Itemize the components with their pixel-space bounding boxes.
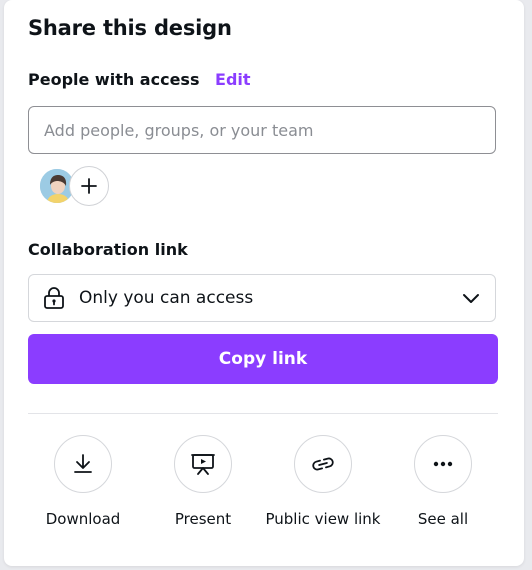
- add-person-button[interactable]: [69, 166, 109, 206]
- add-people-input[interactable]: [28, 106, 496, 154]
- see-all-action[interactable]: See all: [383, 435, 503, 529]
- share-dialog: Share this design People with access Edi…: [4, 0, 524, 566]
- copy-link-button[interactable]: Copy link: [28, 334, 498, 384]
- more-icon: [433, 461, 453, 467]
- chevron-down-icon: [461, 288, 481, 308]
- link-access-dropdown[interactable]: Only you can access: [28, 274, 496, 322]
- present-action[interactable]: Present: [143, 435, 263, 529]
- present-icon: [191, 454, 215, 475]
- dialog-title: Share this design: [28, 16, 232, 40]
- link-icon: [312, 457, 334, 471]
- people-access-row: People with access Edit: [28, 70, 251, 89]
- present-label: Present: [174, 510, 232, 528]
- download-label: Download: [45, 510, 121, 528]
- link-access-value: Only you can access: [79, 288, 254, 308]
- edit-access-link[interactable]: Edit: [215, 70, 251, 89]
- download-icon: [74, 454, 92, 473]
- plus-icon: [81, 178, 97, 194]
- see-all-label: See all: [417, 510, 469, 528]
- present-button[interactable]: [174, 435, 232, 493]
- download-button[interactable]: [54, 435, 112, 493]
- download-action[interactable]: Download: [23, 435, 143, 529]
- divider: [28, 413, 498, 414]
- lock-icon: [43, 286, 65, 310]
- public-view-link-label: Public view link: [265, 510, 381, 528]
- collaboration-link-label: Collaboration link: [28, 240, 188, 259]
- people-access-label: People with access: [28, 70, 200, 89]
- public-view-link-action[interactable]: Public view link: [263, 435, 383, 529]
- see-all-button[interactable]: [414, 435, 472, 493]
- public-view-link-button[interactable]: [294, 435, 352, 493]
